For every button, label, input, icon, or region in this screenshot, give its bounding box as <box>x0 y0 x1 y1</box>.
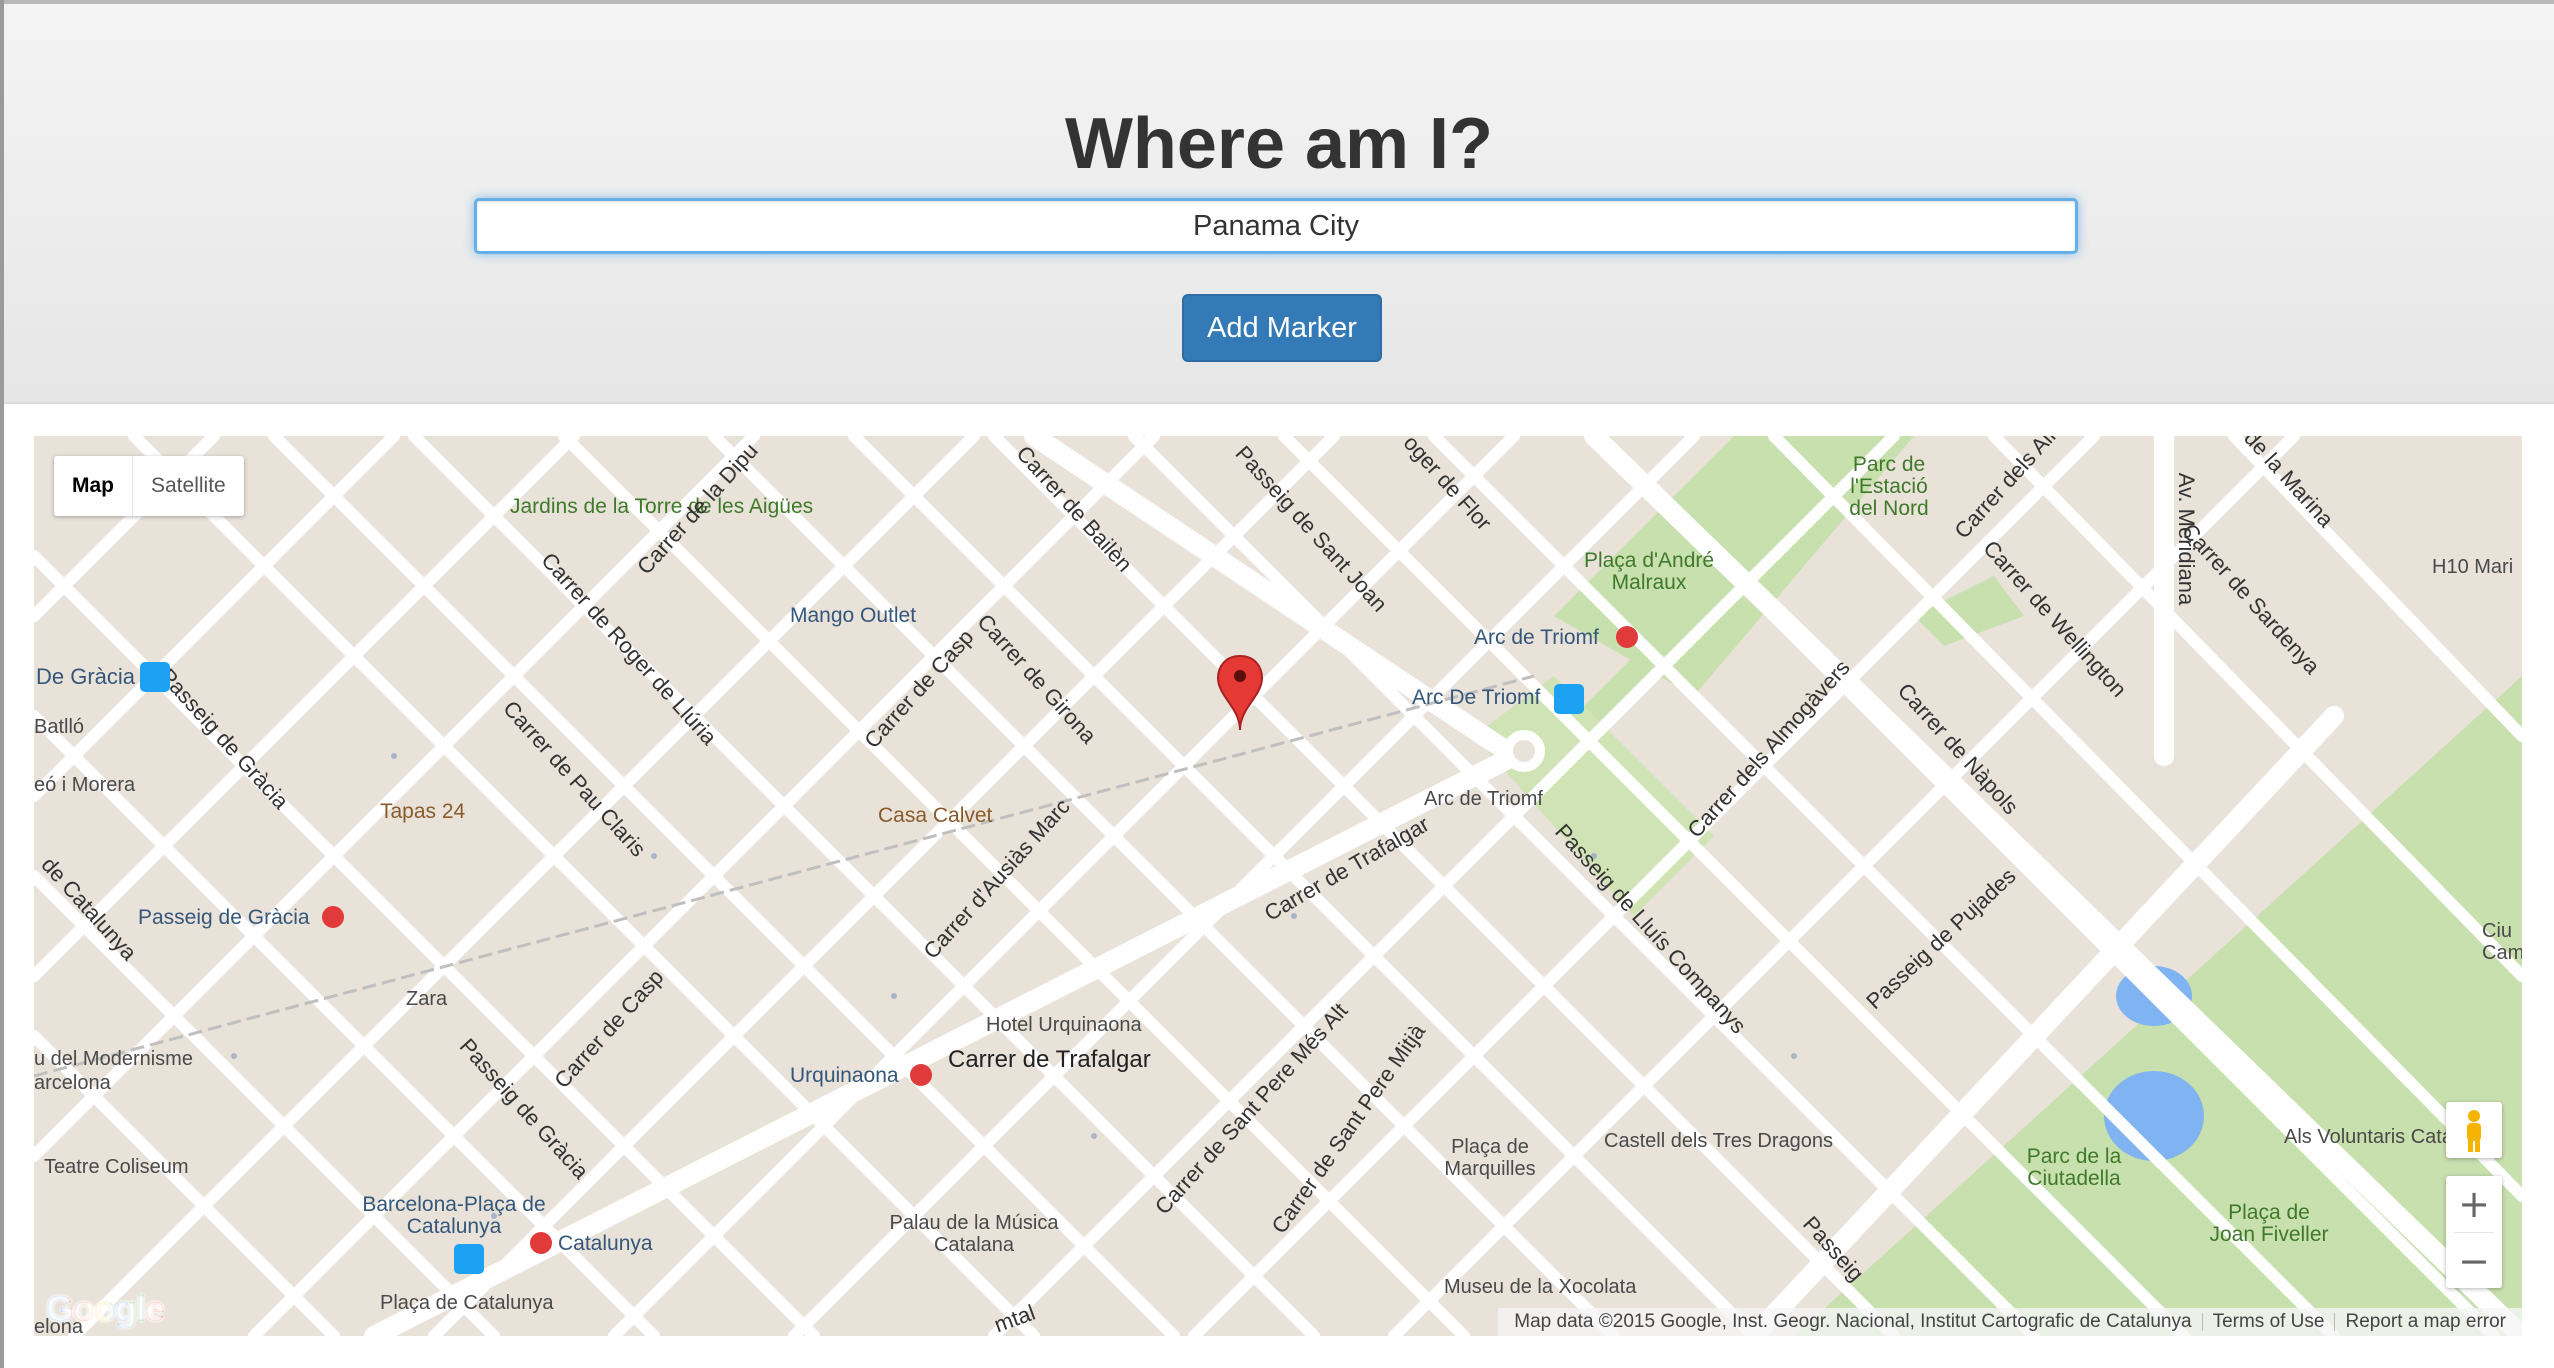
map-marker-pin-icon[interactable] <box>1216 654 1264 732</box>
label-catalunya: Catalunya <box>558 1232 653 1255</box>
label-barcelona: arcelona <box>34 1072 111 1094</box>
label-arc-triomf-bus: Arc De Triomf <box>1412 686 1541 709</box>
metro-icon[interactable] <box>1616 626 1638 648</box>
label-carrer-trafalgar-big: Carrer de Trafalgar <box>948 1046 1151 1073</box>
map-canvas[interactable]: Map Satellite Jardins de la Torre de les… <box>34 436 2522 1336</box>
label-passeig-gracia-metro: Passeig de Gràcia <box>138 906 310 929</box>
map-copyright: Map data ©2015 Google, Inst. Geogr. Naci… <box>1514 1311 2192 1332</box>
bus-stop-icon[interactable] <box>454 1244 484 1274</box>
label-morera: eó i Morera <box>34 774 136 796</box>
label-mango: Mango Outlet <box>790 604 917 627</box>
label-hotel-urquinaona: Hotel Urquinaona <box>986 1014 1142 1036</box>
label-arc-triomf-metro: Arc de Triomf <box>1474 626 1599 649</box>
label-barcelona-placa: Barcelona-Plaça de Catalunya <box>362 1193 546 1238</box>
label-arc-triomf-monument: Arc de Triomf <box>1424 788 1543 810</box>
label-castell: Castell dels Tres Dragons <box>1604 1130 1833 1152</box>
label-h10: H10 Mari <box>2432 556 2514 578</box>
metro-icon[interactable] <box>322 906 344 928</box>
metro-icon[interactable] <box>530 1232 552 1254</box>
label-de-gracia: De Gràcia <box>36 664 136 689</box>
label-jardins: Jardins de la Torre de les Aigües <box>510 495 814 518</box>
metro-icon[interactable] <box>910 1064 932 1086</box>
location-input[interactable] <box>474 198 2078 254</box>
label-placa-marquilles: Plaça de Marquilles <box>1444 1136 1536 1180</box>
map-type-map-button[interactable]: Map <box>54 456 133 516</box>
map-type-control: Map Satellite <box>54 456 244 516</box>
add-marker-button[interactable]: Add Marker <box>1182 294 1382 362</box>
label-zara: Zara <box>406 988 448 1010</box>
label-tapas: Tapas 24 <box>380 800 466 823</box>
label-teatre: Teatre Coliseum <box>44 1156 189 1178</box>
bus-stop-icon[interactable] <box>140 662 170 692</box>
label-casa-calvet: Casa Calvet <box>878 804 993 827</box>
page: Where am I? Add Marker <box>0 0 2554 1368</box>
label-xocolata: Museu de la Xocolata <box>1444 1276 1637 1298</box>
zoom-out-button[interactable]: − <box>2446 1233 2502 1289</box>
google-logo[interactable]: Google <box>46 1288 165 1330</box>
street-view-pegman-icon[interactable] <box>2446 1102 2502 1158</box>
label-modernisme: u del Modernisme <box>34 1048 193 1070</box>
label-palau: Palau de la Música Catalana <box>889 1212 1059 1256</box>
header-panel: Where am I? Add Marker <box>4 4 2554 404</box>
report-map-error-link[interactable]: Report a map error <box>2335 1311 2516 1333</box>
label-ciu: Ciu Cam <box>2482 920 2522 964</box>
bus-stop-icon[interactable] <box>1554 684 1584 714</box>
zoom-control: + − <box>2446 1176 2502 1288</box>
map-type-satellite-button[interactable]: Satellite <box>133 456 244 516</box>
label-urquinaona: Urquinaona <box>790 1064 899 1087</box>
zoom-in-button[interactable]: + <box>2446 1176 2502 1232</box>
label-placa-malraux: Plaça d'André Malraux <box>1583 549 1715 594</box>
map-attribution-bar: Map data ©2015 Google, Inst. Geogr. Naci… <box>1498 1308 2522 1336</box>
label-placa-fiveller: Plaça de Joan Fiveller <box>2209 1201 2329 1246</box>
google-logo-text: Google <box>46 1288 165 1329</box>
label-parc-estacio: Parc de l'Estació del Nord <box>1849 453 1929 520</box>
label-parc-ciutadella: Parc de la Ciutadella <box>2026 1145 2122 1190</box>
label-batllo: Batlló <box>34 716 85 738</box>
page-title: Where am I? <box>1064 104 1494 184</box>
terms-of-use-link[interactable]: Terms of Use <box>2203 1311 2335 1333</box>
label-placa-catalunya: Plaça de Catalunya <box>380 1292 554 1314</box>
